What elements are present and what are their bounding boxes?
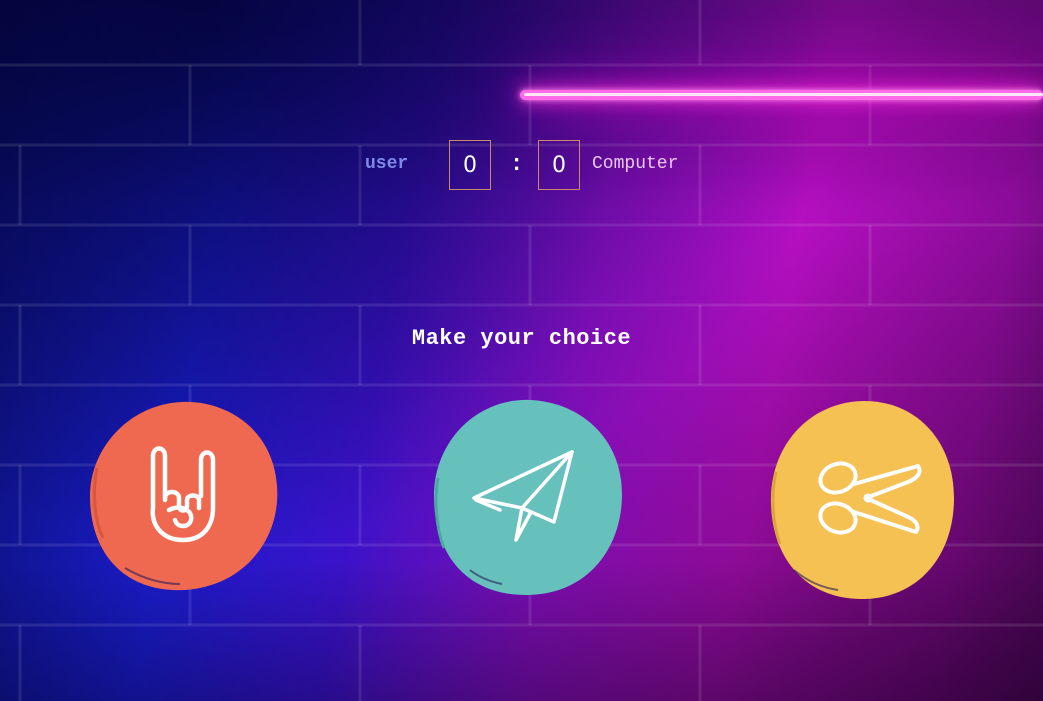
paper-choice-button[interactable]	[430, 398, 625, 598]
computer-label: Computer	[592, 154, 679, 174]
user-score: 0	[449, 140, 491, 190]
scissors-choice-button[interactable]	[768, 398, 958, 603]
user-label: user	[365, 154, 409, 174]
rock-choice-button[interactable]	[85, 398, 280, 593]
score-separator: :	[510, 152, 524, 177]
computer-score: 0	[538, 140, 580, 190]
rock-hand-icon	[89, 401, 278, 591]
neon-light-bar	[520, 90, 1043, 100]
scoreboard: user 0 : 0 Computer	[360, 140, 700, 192]
scissors-icon	[770, 400, 954, 600]
choice-prompt: Make your choice	[411, 326, 632, 351]
paper-plane-icon	[434, 399, 622, 596]
neon-light-core	[524, 93, 1043, 96]
